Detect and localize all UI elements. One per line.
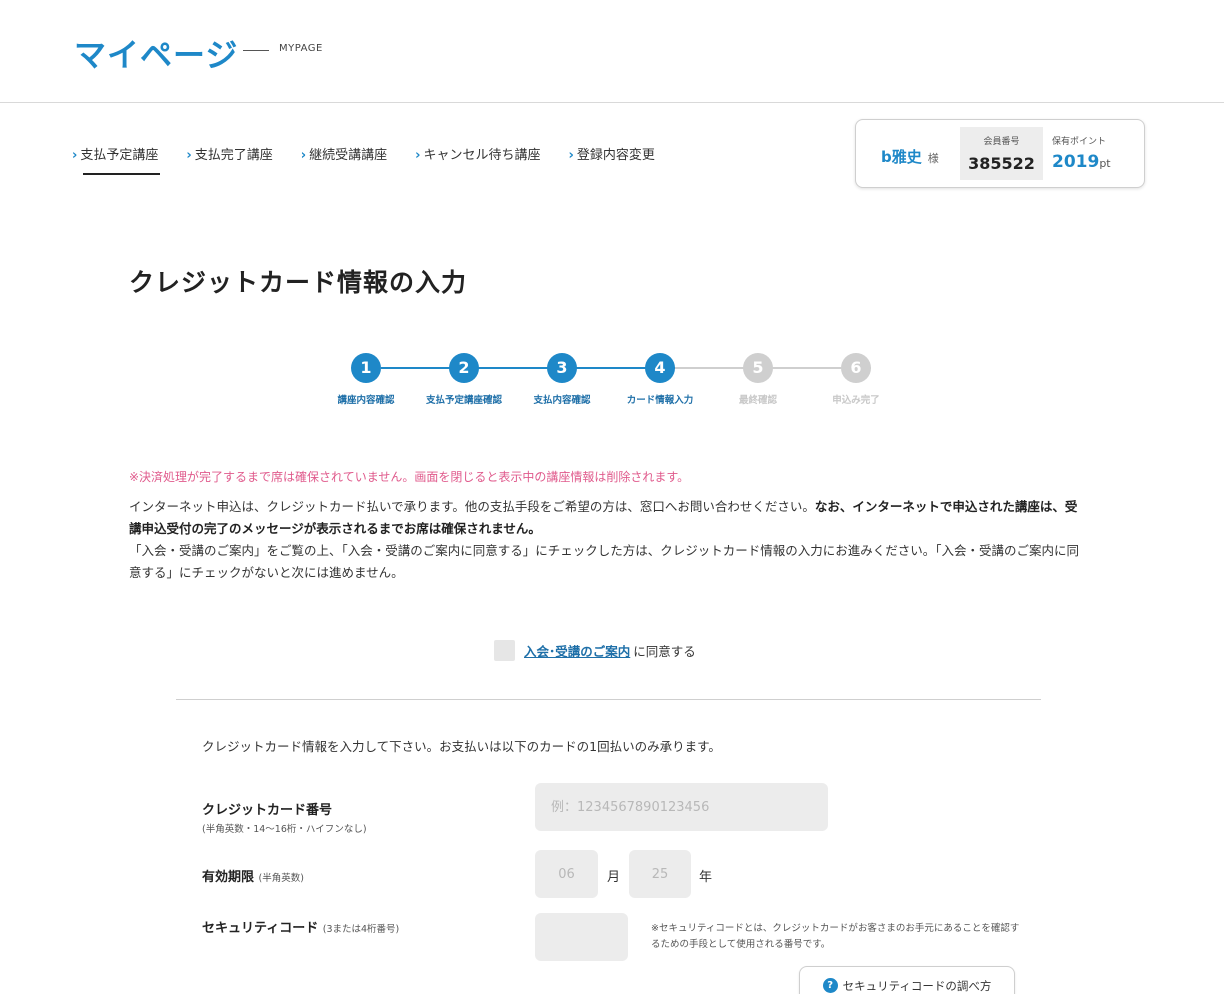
agree-suffix: に同意する xyxy=(633,644,696,659)
member-points-label: 保有ポイント xyxy=(1052,137,1107,147)
nav-item-label: 継続受講講座 xyxy=(309,148,388,163)
help-button-label: セキュリティコードの調べ方 xyxy=(842,979,992,993)
step-label: 支払予定講座確認 xyxy=(425,395,502,406)
member-honorific: 様 xyxy=(927,152,939,165)
expiry-sublabel: (半角英数) xyxy=(258,873,304,884)
step-label: 最終確認 xyxy=(738,395,777,406)
step-number: 4 xyxy=(645,353,675,383)
step-number: 5 xyxy=(743,353,773,383)
card-intro: クレジットカード情報を入力して下さい。お支払いは以下のカードの1回払いのみ承りま… xyxy=(202,739,721,754)
logo-divider xyxy=(243,50,269,51)
chevron-right-icon: › xyxy=(568,148,574,163)
card-number-sublabel: (半角英数・14～16桁・ハイフンなし) xyxy=(202,824,367,835)
member-number-box: 会員番号 385522 xyxy=(960,127,1043,180)
nav-item-label: キャンセル待ち講座 xyxy=(423,148,541,163)
nav-item-label: 支払完了講座 xyxy=(194,148,273,163)
question-icon: ? xyxy=(822,978,838,993)
guide-link[interactable]: 入会･受講のご案内 xyxy=(524,641,630,660)
step-5: 5 最終確認 xyxy=(708,353,808,406)
step-number: 1 xyxy=(351,353,381,383)
step-4: 4 カード情報入力 xyxy=(610,353,710,406)
member-number-value: 385522 xyxy=(968,154,1035,173)
page-title: クレジットカード情報の入力 xyxy=(129,268,468,297)
nav-item-label: 支払予定講座 xyxy=(80,148,159,163)
year-unit: 年 xyxy=(699,870,713,885)
step-label: 申込み完了 xyxy=(832,395,880,406)
step-3: 3 支払内容確認 xyxy=(512,353,612,406)
card-number-input[interactable] xyxy=(535,783,828,831)
expiry-label-text: 有効期限 xyxy=(202,870,255,885)
member-points-box: 保有ポイント 2019pt xyxy=(1052,127,1136,172)
nav-item-payment-complete[interactable]: › 支払完了講座 xyxy=(186,144,272,163)
member-number-label: 会員番号 xyxy=(983,137,1020,147)
nav-item-scheduled-payment[interactable]: › 支払予定講座 xyxy=(72,144,161,175)
expiry-month-input[interactable] xyxy=(535,850,598,898)
expiry-year-input[interactable] xyxy=(629,850,691,898)
page-header: マイページ MYPAGE xyxy=(0,0,1224,103)
points-unit: pt xyxy=(1099,157,1111,170)
security-code-label: セキュリティコード (3または4桁番号) xyxy=(202,917,399,936)
step-2: 2 支払予定講座確認 xyxy=(414,353,514,406)
instructions-line1: インターネット申込は、クレジットカード払いで承ります。他の支払手段をご希望の方は… xyxy=(129,499,815,514)
security-label-text: セキュリティコード xyxy=(202,921,319,936)
step-number: 6 xyxy=(841,353,871,383)
member-name: b雅史様 xyxy=(881,146,939,167)
step-1: 1 講座内容確認 xyxy=(316,353,416,406)
member-name-text: b雅史 xyxy=(881,148,922,166)
chevron-right-icon: › xyxy=(186,148,192,163)
agreement-row: 入会･受講のご案内 に同意する xyxy=(494,640,696,661)
section-divider xyxy=(176,699,1041,700)
payment-instructions: インターネット申込は、クレジットカード払いで承ります。他の支払手段をご希望の方は… xyxy=(129,496,1089,584)
nav-item-waitlist[interactable]: › キャンセル待ち講座 xyxy=(415,144,540,163)
instructions-line2: 「入会・受講のご案内」をご覧の上、「入会・受講のご案内に同意する」にチェックした… xyxy=(129,543,1080,580)
points-number: 2019 xyxy=(1052,152,1100,172)
step-number: 3 xyxy=(547,353,577,383)
expiry-label: 有効期限 (半角英数) xyxy=(202,866,304,885)
member-info-card: b雅史様 会員番号 385522 保有ポイント 2019pt xyxy=(855,119,1145,188)
nav-item-profile-edit[interactable]: › 登録内容変更 xyxy=(569,144,655,163)
chevron-right-icon: › xyxy=(72,148,78,163)
step-label: 支払内容確認 xyxy=(533,395,591,406)
agree-checkbox[interactable] xyxy=(494,640,515,661)
chevron-right-icon: › xyxy=(300,148,307,163)
mypage-nav: › 支払予定講座 › 支払完了講座 › 継続受講講座 › キャンセル待ち講座 › 登録内容… xyxy=(72,144,683,175)
security-code-note: ※セキュリティコードとは、クレジットカードがお客さまのお手元にあることを確認する… xyxy=(651,923,1020,950)
seat-notice: ※決済処理が完了するまで席は確保されていません。画面を閉じると表示中の講座情報は… xyxy=(129,470,690,484)
logo-subtitle: MYPAGE xyxy=(279,43,323,54)
step-label: 講座内容確認 xyxy=(337,395,395,406)
security-sublabel: (3または4桁番号) xyxy=(322,924,400,935)
step-number: 2 xyxy=(449,353,479,383)
month-unit: 月 xyxy=(607,870,621,885)
nav-item-label: 登録内容変更 xyxy=(576,148,655,163)
step-label: カード情報入力 xyxy=(626,395,694,406)
security-code-input[interactable] xyxy=(535,913,628,961)
card-number-label: クレジットカード番号 xyxy=(202,803,333,818)
nav-item-continuing-courses[interactable]: › 継続受講講座 xyxy=(301,144,387,163)
security-code-help-button[interactable]: ? セキュリティコードの調べ方 xyxy=(799,966,1015,994)
chevron-right-icon: › xyxy=(415,148,421,163)
mypage-logo[interactable]: マイページ xyxy=(74,30,238,76)
member-points-value: 2019pt xyxy=(1052,152,1136,172)
progress-steps: 1 講座内容確認 2 支払予定講座確認 3 支払内容確認 4 カード情報入力 5 最終確認 6 申込み… xyxy=(330,353,890,413)
step-6: 6 申込み完了 xyxy=(806,353,906,406)
